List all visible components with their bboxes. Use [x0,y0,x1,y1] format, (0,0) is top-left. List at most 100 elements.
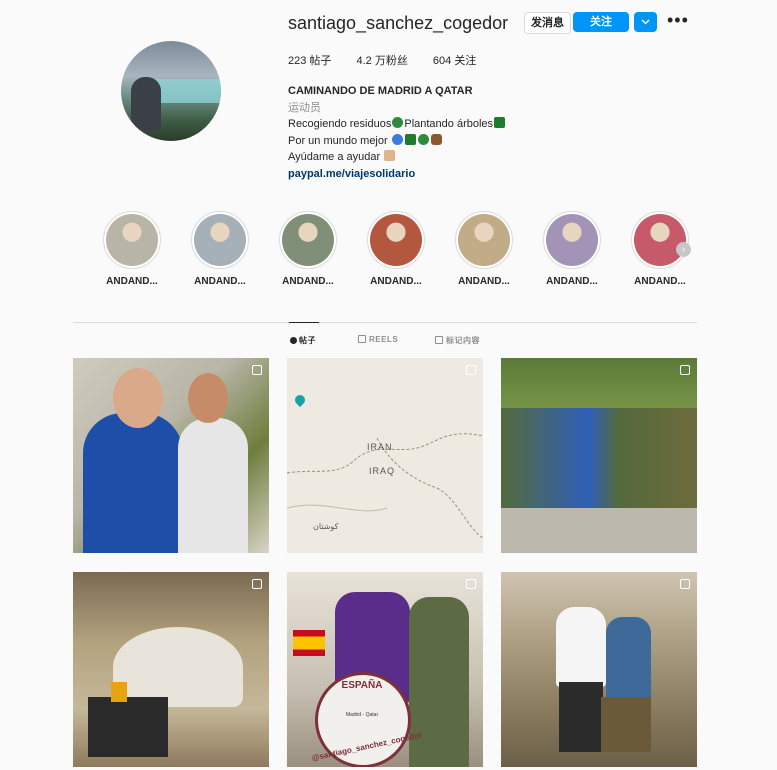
highlight-cover [106,214,158,266]
map-label-city: کوشتان [313,522,339,531]
highlight-ring [455,211,513,269]
highlight-cover [282,214,334,266]
story-highlight[interactable]: ANDAND... [352,211,440,287]
highlights-next-button[interactable]: › [676,242,691,257]
post-tile[interactable] [73,358,269,553]
highlight-label: ANDAND... [546,276,598,287]
follow-button[interactable]: 关注 [573,12,629,32]
tab-posts-label: 帖子 [299,336,316,345]
profile-stats: 223 帖子 4.2 万粉丝 604 关注 [288,52,498,68]
highlight-cover [546,214,598,266]
multi-image-icon [252,579,262,589]
post-tile[interactable] [501,572,697,767]
post-figure [409,597,469,767]
highlight-cover [458,214,510,266]
bio-line-1b: Plantando árboles [404,118,494,130]
story-highlight[interactable]: ANDAND... [264,211,352,287]
post-tile[interactable]: ESPAÑA Madrid - Qatar @santiago_sanchez_… [287,572,483,767]
globe-icon [391,133,403,145]
posts-count[interactable]: 223 帖子 [288,55,331,67]
post-figure [83,413,183,553]
walking-person-icon [430,133,442,145]
tab-reels[interactable]: REELS [358,335,398,344]
tab-tagged-label: 标记内容 [446,336,480,345]
highlight-cover [370,214,422,266]
bio-name: CAMINANDO DE MADRID A QATAR [288,85,473,97]
highlight-ring [367,211,425,269]
post-figure [606,617,651,702]
post-figure [113,368,163,428]
reels-icon [358,335,366,343]
story-highlight[interactable]: ANDAND... [528,211,616,287]
bio-line-2-text: Por un mundo mejor [288,134,388,147]
highlight-label: ANDAND... [106,276,158,287]
post-tile[interactable] [501,358,697,553]
multi-image-icon [680,365,690,375]
bio-category: 运动员 [288,101,321,114]
cart-sign-country: ESPAÑA [341,680,383,691]
tree-icon [494,117,506,128]
highlight-label: ANDAND... [634,276,686,287]
post-figure [601,697,651,752]
post-figure [113,627,243,707]
avatar-lake [151,79,221,103]
bio-line-3-text: Ayúdame a ayudar [288,151,381,163]
recycle-icon [392,117,404,128]
map-label-iraq: IRAQ [369,466,396,476]
profile-bio: CAMINANDO DE MADRID A QATAR 运动员 Recogien… [288,83,506,182]
highlight-ring [191,211,249,269]
highlight-ring [631,211,689,269]
post-figure [556,607,606,687]
post-figure [178,418,248,553]
story-highlight[interactable]: ANDAND... [440,211,528,287]
post-figure [111,682,127,702]
post-figure [559,682,603,752]
post-figure [188,373,228,423]
profile-avatar[interactable] [121,41,221,141]
highlight-label: ANDAND... [458,276,510,287]
highlight-ring [543,211,601,269]
message-button[interactable]: 发消息 [524,12,571,34]
highlight-label: ANDAND... [194,276,246,287]
map-label-iran: IRAN [367,442,393,452]
highlight-ring [103,211,161,269]
post-figure [501,508,697,553]
followers-count[interactable]: 4.2 万粉丝 [356,55,407,67]
chevron-down-icon [641,17,650,27]
tree-icon [404,133,416,145]
tagged-icon [435,336,443,344]
following-count[interactable]: 604 关注 [433,55,476,67]
bio-line-2: Por un mundo mejor [288,133,506,150]
story-highlight[interactable]: ANDAND... [88,211,176,287]
multi-image-icon [466,579,476,589]
grid-icon [290,337,297,344]
more-options-icon[interactable]: ••• [667,10,689,31]
highlight-ring [279,211,337,269]
bio-line-3: Ayúdame a ayudar [288,149,506,166]
bio-line-1a: Recogiendo residuos [288,118,392,130]
story-highlight[interactable]: ANDAND... [176,211,264,287]
highlight-cover [194,214,246,266]
highlight-label: ANDAND... [370,276,422,287]
bio-link[interactable]: paypal.me/viajesolidario [288,166,506,183]
multi-image-icon [680,579,690,589]
follow-dropdown-button[interactable] [634,12,657,32]
post-tile[interactable]: IRAN IRAQ کوشتان [287,358,483,553]
highlight-cover [634,214,686,266]
post-tile[interactable] [73,572,269,767]
post-figure [501,408,697,508]
avatar-person [131,77,161,131]
tab-reels-label: REELS [369,335,399,344]
active-tab-indicator [289,322,319,323]
recycle-icon [417,133,429,145]
tabs-divider [73,322,697,323]
cart-sign-inner: Madrid - Qatar [345,712,379,718]
profile-username: santiago_sanchez_cogedor [288,13,509,33]
tab-tagged[interactable]: 标记内容 [435,335,480,346]
post-figure [88,697,168,757]
spain-flag [293,630,325,656]
tab-posts[interactable]: 帖子 [290,335,316,346]
pointing-down-icon [384,150,396,161]
bio-line-1: Recogiendo residuos Plantando árboles [288,116,506,133]
multi-image-icon [252,365,262,375]
